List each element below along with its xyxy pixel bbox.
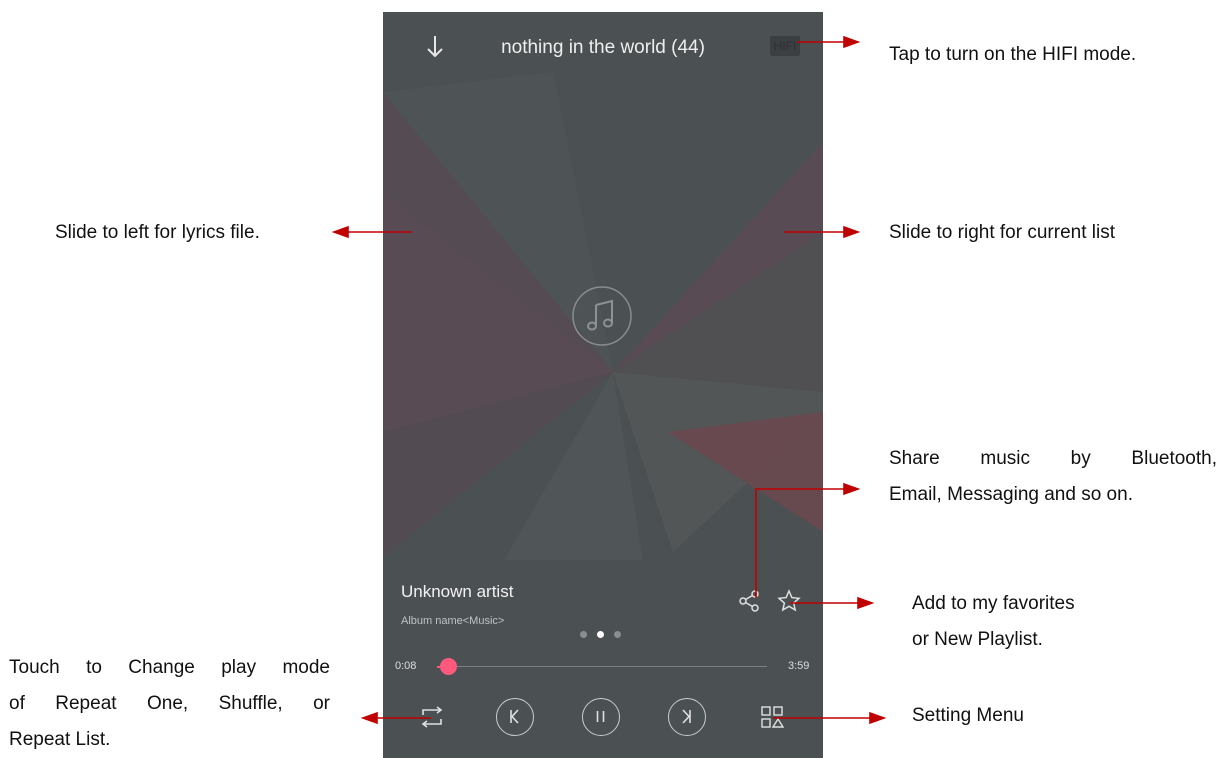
- menu-grid-icon[interactable]: [760, 705, 786, 729]
- total-time: 3:59: [788, 660, 810, 672]
- star-icon[interactable]: [777, 589, 801, 613]
- pause-button[interactable]: [582, 698, 620, 736]
- setting-annotation: Setting Menu: [912, 705, 1024, 726]
- page-dot-3: [614, 631, 621, 638]
- pause-icon: [596, 711, 605, 722]
- previous-button[interactable]: [496, 698, 534, 736]
- hifi-arrowhead: [843, 35, 861, 49]
- hifi-annotation: Tap to turn on the HIFI mode.: [889, 44, 1137, 65]
- favorites-arrowhead: [857, 596, 875, 610]
- share-arrowhead: [843, 482, 861, 496]
- playmode-arrowhead: [360, 711, 378, 725]
- page-dot-1: [580, 631, 587, 638]
- repeat-icon[interactable]: [419, 705, 445, 729]
- next-button[interactable]: [668, 698, 706, 736]
- playmode-annotation-line2: of Repeat One, Shuffle, or: [9, 693, 330, 714]
- slide-right-arrowhead: [843, 225, 861, 239]
- slide-left-arrowhead: [331, 225, 349, 239]
- share-annotation-line2: Email, Messaging and so on.: [889, 484, 1133, 505]
- artist-name: Unknown artist: [401, 582, 514, 601]
- music-player-screen: nothing in the world (44) HIFI Unknown a…: [383, 12, 823, 758]
- favorites-annotation-line1: Add to my favorites: [912, 593, 1075, 614]
- slide-left-annotation: Slide to left for lyrics file.: [55, 222, 260, 243]
- playmode-annotation-line3: Repeat List.: [9, 729, 111, 750]
- song-title: nothing in the world (44): [501, 37, 705, 58]
- album-name: Album name<Music>: [401, 615, 505, 627]
- page-dot-2: [597, 631, 604, 638]
- previous-icon: [510, 709, 519, 724]
- music-note-icon: [572, 286, 632, 346]
- hifi-button[interactable]: HIFI: [770, 36, 800, 56]
- share-annotation-line1: Share music by Bluetooth,: [889, 448, 1217, 469]
- slide-right-annotation: Slide to right for current list: [889, 222, 1115, 243]
- current-time: 0:08: [395, 660, 417, 672]
- share-icon[interactable]: [739, 590, 761, 612]
- playmode-annotation-line1: Touch to Change play mode: [9, 657, 330, 678]
- setting-arrowhead: [869, 711, 887, 725]
- seek-bar[interactable]: [437, 658, 767, 675]
- next-icon: [682, 709, 691, 724]
- album-background: [383, 12, 823, 758]
- favorites-annotation-line2: or New Playlist.: [912, 629, 1043, 650]
